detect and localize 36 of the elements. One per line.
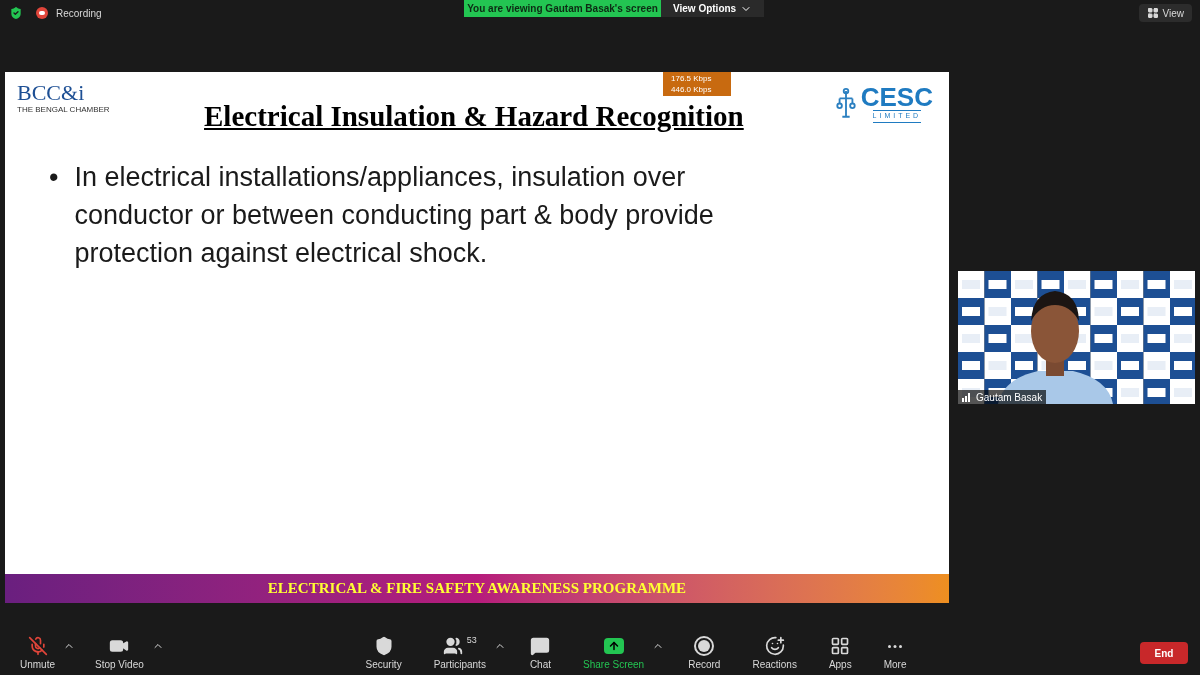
logo-caption: THE BENGAL CHAMBER	[17, 104, 110, 116]
slide-footer: ELECTRICAL & FIRE SAFETY AWARENESS PROGRAMME	[5, 574, 949, 603]
participant-name: Gautam Basak	[976, 390, 1043, 404]
viewing-banner: You are viewing Gautam Basak's screen	[464, 0, 661, 17]
toolbar-button[interactable]: Share Screen	[575, 636, 653, 670]
toolbar-button[interactable]: Unmute	[12, 636, 63, 670]
people-icon	[442, 636, 463, 656]
grid-icon	[1146, 7, 1159, 19]
lamp-post-icon	[834, 86, 857, 121]
toolbar-button[interactable]: Reactions	[744, 636, 805, 670]
recording-label: Recording	[56, 6, 102, 21]
toolbar-button[interactable]: Security	[357, 636, 410, 670]
toolbar-button[interactable]: Apps	[820, 636, 860, 670]
shield-check-icon[interactable]	[8, 5, 24, 21]
logo-mark: CESC	[860, 84, 933, 110]
chat-icon	[530, 636, 551, 656]
end-button[interactable]: End	[1140, 642, 1188, 664]
toolbar-button[interactable]: Stop Video	[87, 636, 152, 670]
network-stats: 176.5 Kbps 446.0 Kbps	[663, 72, 731, 96]
view-options-button[interactable]: View Options	[661, 0, 765, 17]
more-icon	[888, 644, 903, 648]
recording-icon	[36, 7, 48, 19]
toolbar-button[interactable]: More	[875, 636, 915, 670]
toolbar-button[interactable]: Record	[680, 636, 729, 670]
logo-mark: BCC&i	[17, 82, 85, 104]
record-icon	[694, 636, 715, 656]
signal-icon	[962, 392, 972, 402]
slide-title: Electrical Insulation & Hazard Recognition	[204, 99, 744, 134]
apps-icon	[830, 636, 851, 656]
participant-count: 53	[466, 636, 477, 645]
bullet-text: In electrical installations/appliances, insulation over conductor or between conducting part & body provide protection against electrical shock.	[74, 161, 715, 270]
toolbar-button[interactable]: Chat	[521, 636, 559, 670]
toolbar-button[interactable]: 53 Participants	[425, 636, 494, 670]
bullet-marker: •	[49, 161, 59, 194]
smiley-icon	[764, 636, 785, 656]
view-button[interactable]: View	[1138, 4, 1192, 22]
